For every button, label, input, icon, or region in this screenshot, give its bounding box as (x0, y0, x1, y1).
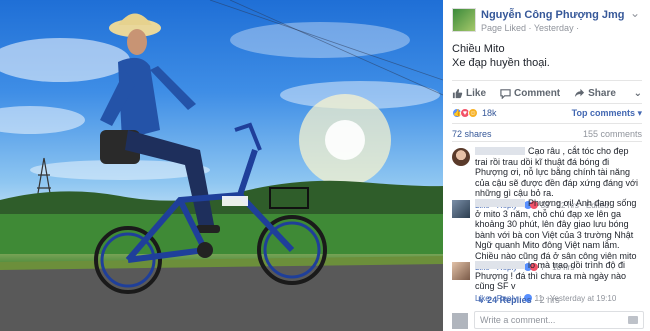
post-caption: Chiều Mito Xe đạp huyền thoại. (452, 42, 550, 70)
post-header: Nguyễn Công Phượng Jmg Page Liked · Yest… (443, 0, 650, 38)
page-name-link[interactable]: Nguyễn Công Phượng Jmg (481, 9, 625, 21)
comments-count[interactable]: 155 comments (583, 129, 642, 139)
commenter-name-redacted[interactable] (475, 147, 525, 155)
share-options-button[interactable]: ⌄ (634, 88, 642, 99)
comment-button[interactable]: Comment (500, 88, 560, 99)
commenter-avatar[interactable] (452, 200, 470, 218)
comment-composer: Write a comment... (452, 311, 644, 331)
comment-input-placeholder: Write a comment... (480, 315, 556, 325)
commenter-name-redacted[interactable] (475, 199, 525, 207)
reaction-count[interactable]: 18k (482, 108, 497, 118)
comment-input[interactable]: Write a comment... (474, 311, 644, 329)
post-actions: Like Comment Share ⌄ (452, 85, 642, 101)
divider (452, 80, 642, 81)
current-user-avatar (452, 313, 468, 329)
divider (452, 141, 642, 142)
chevron-down-icon: ⌄ (633, 87, 642, 99)
like-label: Like (466, 87, 487, 99)
post-sidebar: Nguyễn Công Phượng Jmg Page Liked · Yest… (443, 0, 650, 331)
reactions-bar: 👍 ♥ ☺ 18k Top comments ▾ (452, 106, 642, 120)
divider (452, 123, 642, 124)
top-comments-dropdown[interactable]: Top comments ▾ (572, 108, 642, 119)
page-avatar[interactable] (452, 8, 476, 32)
view-replies-link[interactable]: ↳ 24 Replies · 2 hrs (477, 295, 560, 306)
photo-scene (0, 0, 443, 331)
comment-text: Phượng ơi! Anh đang sống ở mito 3 năm, c… (475, 198, 637, 261)
like-button[interactable]: Like (452, 88, 486, 99)
comment-label: Comment (514, 87, 561, 99)
caption-line: Chiều Mito (452, 43, 505, 55)
camera-icon[interactable] (628, 316, 638, 324)
replies-count: 24 Replies (487, 295, 532, 305)
comment-icon (500, 88, 511, 99)
share-label: Share (588, 87, 616, 99)
chevron-down-icon[interactable]: ⌄ (630, 6, 640, 20)
commenter-avatar[interactable] (452, 262, 470, 280)
post-meta: Page Liked · Yesterday · (481, 23, 580, 33)
commenter-avatar[interactable] (452, 148, 470, 166)
caption-line: Xe đạp huyền thoại. (452, 57, 550, 69)
shares-link[interactable]: 72 shares (452, 129, 492, 139)
share-icon (575, 88, 585, 97)
replies-time: 2 hrs (539, 295, 560, 305)
stats-row: 72 shares 155 comments (452, 129, 642, 139)
thumbs-up-icon (452, 88, 463, 98)
reply-arrow-icon: ↳ (477, 295, 485, 305)
share-button[interactable]: Share (574, 88, 616, 99)
post-photo[interactable] (0, 0, 443, 331)
commenter-name-redacted[interactable] (475, 261, 525, 269)
haha-reaction-icon[interactable]: ☺ (468, 108, 478, 118)
divider (452, 103, 642, 104)
